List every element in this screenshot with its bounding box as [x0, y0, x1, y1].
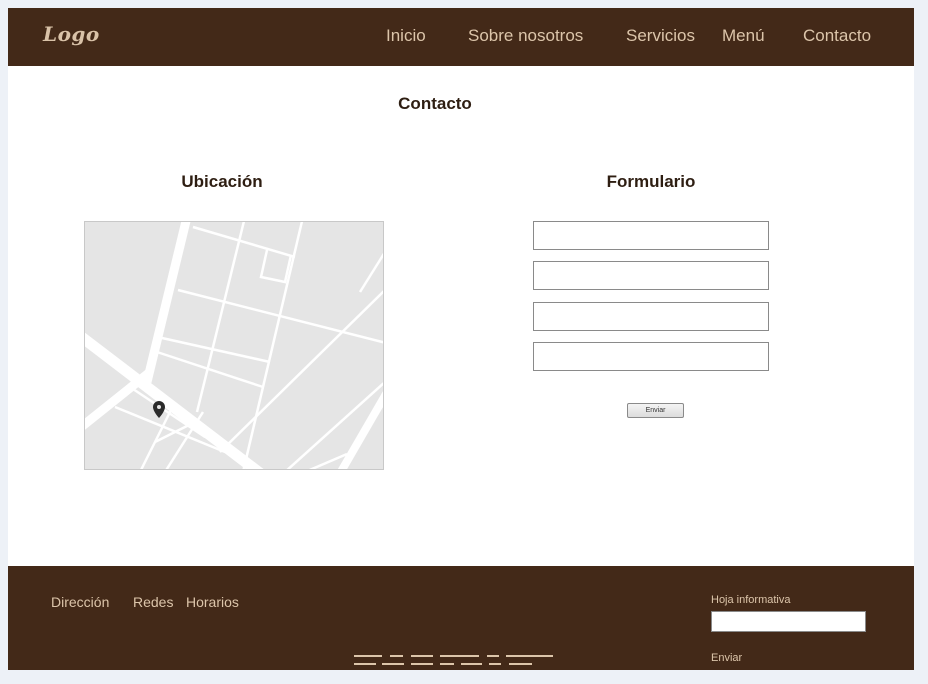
- submit-button[interactable]: Enviar: [627, 403, 684, 418]
- newsletter-label: Hoja informativa: [711, 594, 791, 606]
- nav-item-servicios[interactable]: Servicios: [626, 26, 695, 46]
- footer-decorative-lines: [354, 655, 553, 665]
- location-title: Ubicación: [181, 172, 263, 191]
- newsletter-submit-button[interactable]: Enviar: [711, 652, 742, 664]
- footer: Dirección Redes Horarios Hoja informativ…: [8, 566, 914, 670]
- footer-link-direccion[interactable]: Dirección: [51, 594, 109, 610]
- nav-item-sobre-nosotros[interactable]: Sobre nosotros: [468, 26, 583, 46]
- page-title: Contacto: [398, 94, 472, 113]
- header: Logo Inicio Sobre nosotros Servicios Men…: [8, 8, 914, 66]
- nav-item-menu[interactable]: Menú: [722, 26, 765, 46]
- form-field-4[interactable]: [533, 342, 769, 371]
- map-streets: [85, 222, 383, 469]
- newsletter-input[interactable]: [711, 611, 866, 632]
- location-map[interactable]: [84, 221, 384, 470]
- logo[interactable]: Logo: [43, 22, 100, 46]
- footer-link-horarios[interactable]: Horarios: [186, 594, 239, 610]
- form-field-3[interactable]: [533, 302, 769, 331]
- footer-link-redes[interactable]: Redes: [133, 594, 173, 610]
- form-title: Formulario: [606, 172, 696, 191]
- form-field-2[interactable]: [533, 261, 769, 290]
- page-frame: Logo Inicio Sobre nosotros Servicios Men…: [8, 8, 914, 670]
- nav-item-contacto[interactable]: Contacto: [803, 26, 871, 46]
- form-field-1[interactable]: [533, 221, 769, 250]
- nav-item-inicio[interactable]: Inicio: [386, 26, 426, 46]
